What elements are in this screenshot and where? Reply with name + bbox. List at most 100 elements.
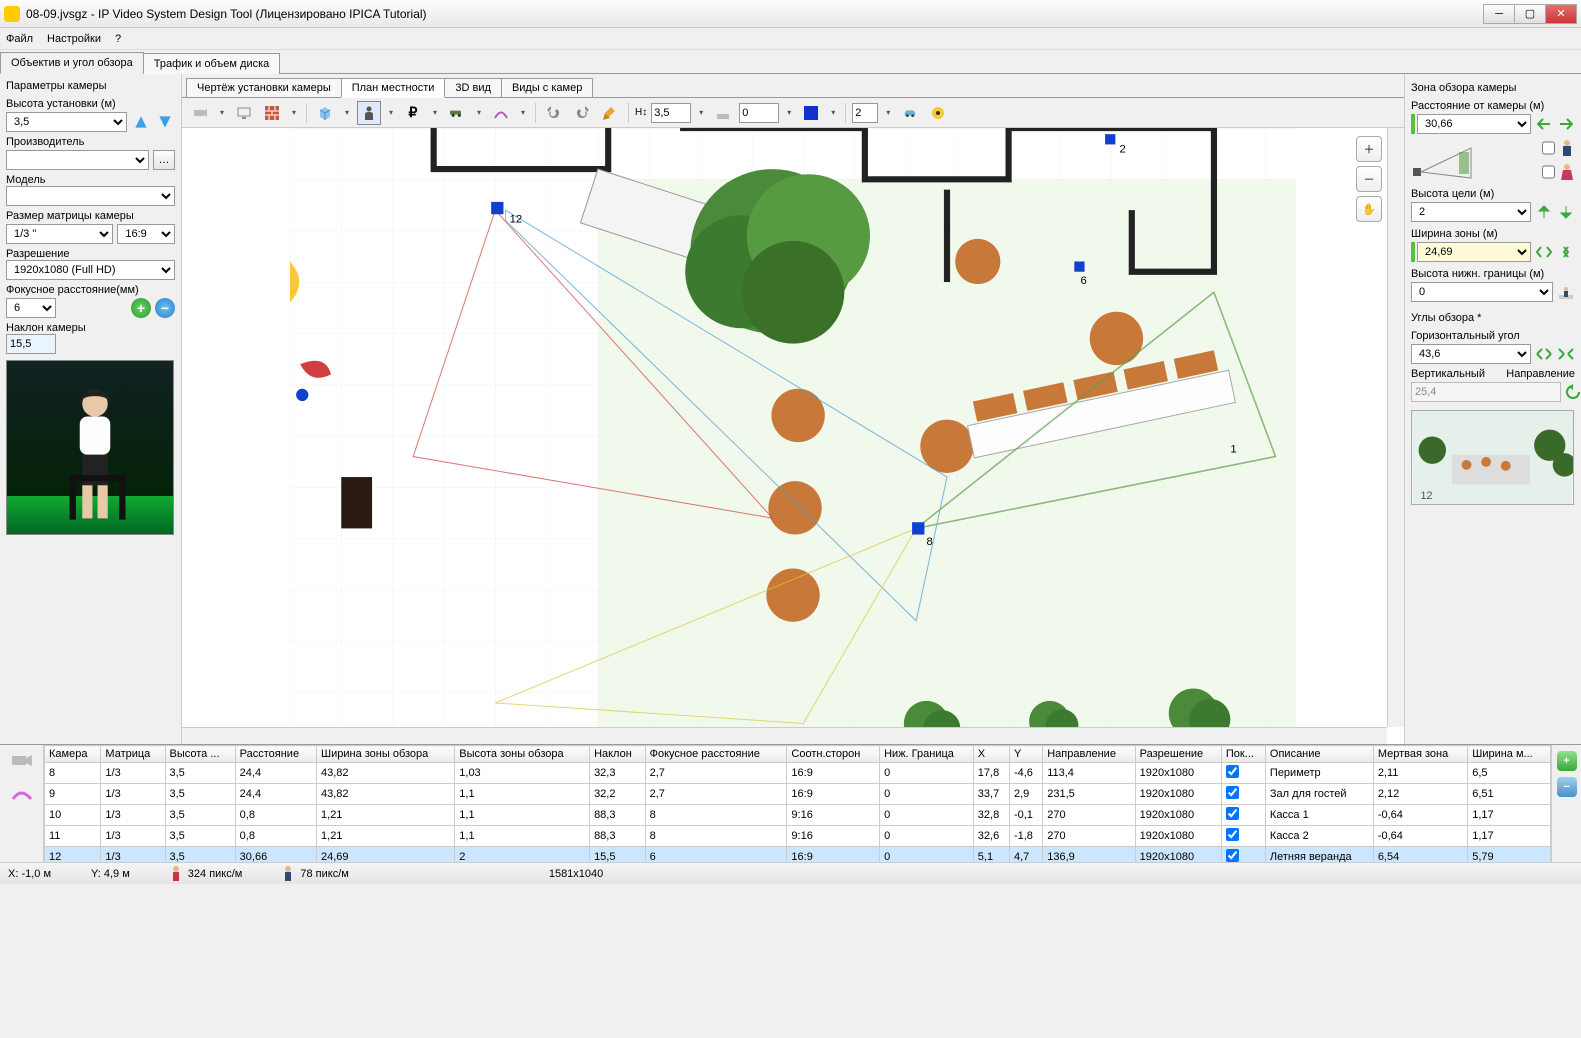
- zoom-in-button[interactable]: ＋: [1356, 136, 1382, 162]
- table-cell[interactable]: 0: [880, 763, 974, 784]
- table-header[interactable]: Фокусное расстояние: [645, 746, 787, 763]
- table-cell[interactable]: 32,3: [590, 763, 646, 784]
- camera-table[interactable]: КамераМатрицаВысота ...РасстояниеШирина …: [44, 745, 1551, 862]
- table-cell[interactable]: 12: [45, 847, 101, 863]
- table-cell[interactable]: 2: [455, 847, 590, 863]
- aspect-select[interactable]: 16:9: [117, 224, 175, 244]
- toolbar-height-dropdown[interactable]: ▾: [695, 101, 707, 125]
- table-cell[interactable]: -0,1: [1009, 805, 1042, 826]
- table-row[interactable]: 101/33,50,81,211,188,389:16032,8-0,12701…: [45, 805, 1551, 826]
- table-cell[interactable]: [1221, 763, 1265, 784]
- tool-floor-icon[interactable]: [711, 101, 735, 125]
- tool-monitor-icon[interactable]: [232, 101, 256, 125]
- th-up-icon[interactable]: [1535, 203, 1553, 221]
- target-man-checkbox[interactable]: [1542, 138, 1555, 158]
- lower-height-select[interactable]: 0: [1411, 282, 1553, 302]
- table-cell[interactable]: -0,64: [1373, 826, 1467, 847]
- resolution-select[interactable]: 1920x1080 (Full HD): [6, 260, 175, 280]
- tool-broom-icon[interactable]: [598, 101, 622, 125]
- table-cell[interactable]: 88,3: [590, 805, 646, 826]
- tool-box-icon[interactable]: [313, 101, 337, 125]
- table-cell[interactable]: 1920x1080: [1135, 805, 1221, 826]
- table-cell[interactable]: 1,1: [455, 826, 590, 847]
- table-cell[interactable]: 3,5: [165, 847, 235, 863]
- table-cell[interactable]: 1/3: [101, 826, 165, 847]
- tool-undo-icon[interactable]: [542, 101, 566, 125]
- tool-color-dropdown[interactable]: ▾: [827, 101, 839, 125]
- table-cell[interactable]: 1/3: [101, 763, 165, 784]
- tool-redo-icon[interactable]: [570, 101, 594, 125]
- table-cell[interactable]: Касса 2: [1265, 826, 1373, 847]
- table-cell[interactable]: 6,5: [1468, 763, 1551, 784]
- table-row[interactable]: 111/33,50,81,211,188,389:16032,6-1,82701…: [45, 826, 1551, 847]
- table-cell[interactable]: Периметр: [1265, 763, 1373, 784]
- tab-install-drawing[interactable]: Чертёж установки камеры: [186, 78, 342, 97]
- table-header[interactable]: Ширина м...: [1468, 746, 1551, 763]
- focal-select[interactable]: 6: [6, 298, 56, 318]
- table-header[interactable]: Высота ...: [165, 746, 235, 763]
- table-cell[interactable]: 1,1: [455, 805, 590, 826]
- install-height-select[interactable]: 3,5: [6, 112, 127, 132]
- table-cell[interactable]: 1920x1080: [1135, 826, 1221, 847]
- tab-camera-views[interactable]: Виды с камер: [501, 78, 593, 97]
- table-cell[interactable]: 6,51: [1468, 784, 1551, 805]
- pan-button[interactable]: ✋: [1356, 196, 1382, 222]
- toolbar-width-dropdown[interactable]: ▾: [783, 101, 795, 125]
- close-button[interactable]: ✕: [1545, 4, 1577, 24]
- tool-wall-icon[interactable]: [260, 101, 284, 125]
- tab-3d-view[interactable]: 3D вид: [444, 78, 502, 97]
- table-cell[interactable]: 16:9: [787, 784, 880, 805]
- table-cell[interactable]: 32,2: [590, 784, 646, 805]
- table-cell[interactable]: 113,4: [1043, 763, 1135, 784]
- table-cell[interactable]: 32,8: [973, 805, 1009, 826]
- sensor-select[interactable]: 1/3 ": [6, 224, 113, 244]
- table-cell[interactable]: 32,6: [973, 826, 1009, 847]
- table-header[interactable]: Разрешение: [1135, 746, 1221, 763]
- canvas-v-scrollbar[interactable]: [1387, 128, 1404, 727]
- table-cell[interactable]: 0: [880, 805, 974, 826]
- table-header[interactable]: Пок...: [1221, 746, 1265, 763]
- table-header[interactable]: Соотн.сторон: [787, 746, 880, 763]
- h-angle-select[interactable]: 43,6: [1411, 344, 1531, 364]
- tool-camera-dropdown[interactable]: ▾: [216, 101, 228, 125]
- table-header[interactable]: Описание: [1265, 746, 1373, 763]
- zoom-out-button[interactable]: －: [1356, 166, 1382, 192]
- table-header[interactable]: Камера: [45, 746, 101, 763]
- table-cell[interactable]: 0: [880, 847, 974, 863]
- height-down-icon[interactable]: [155, 112, 175, 132]
- table-cell[interactable]: 3,5: [165, 805, 235, 826]
- target-height-select[interactable]: 2: [1411, 202, 1531, 222]
- table-header[interactable]: Наклон: [590, 746, 646, 763]
- dist-right-icon[interactable]: [1557, 115, 1575, 133]
- side-camera-icon[interactable]: [11, 753, 33, 769]
- zone-width-select[interactable]: 24,69: [1417, 242, 1531, 262]
- table-header[interactable]: Расстояние: [235, 746, 316, 763]
- table-cell[interactable]: 11: [45, 826, 101, 847]
- table-cell[interactable]: 1,1: [455, 784, 590, 805]
- table-cell[interactable]: 2,12: [1373, 784, 1467, 805]
- add-row-button[interactable]: +: [1557, 751, 1577, 771]
- table-cell[interactable]: 5,1: [973, 847, 1009, 863]
- tool-vehicle-icon[interactable]: [445, 101, 469, 125]
- table-cell[interactable]: 88,3: [590, 826, 646, 847]
- table-cell[interactable]: 15,5: [590, 847, 646, 863]
- table-row[interactable]: 81/33,524,443,821,0332,32,716:9017,8-4,6…: [45, 763, 1551, 784]
- zw-wide-icon[interactable]: [1557, 243, 1575, 261]
- table-cell[interactable]: [1221, 847, 1265, 863]
- table-cell[interactable]: 24,4: [235, 784, 316, 805]
- table-cell[interactable]: 1/3: [101, 847, 165, 863]
- table-cell[interactable]: 6: [645, 847, 787, 863]
- tab-traffic[interactable]: Трафик и объем диска: [143, 53, 281, 74]
- row-visible-checkbox[interactable]: [1226, 849, 1239, 862]
- table-cell[interactable]: 1,03: [455, 763, 590, 784]
- distance-select[interactable]: 30,66: [1417, 114, 1531, 134]
- table-row[interactable]: 121/33,530,6624,69215,5616:905,14,7136,9…: [45, 847, 1551, 863]
- table-cell[interactable]: 270: [1043, 826, 1135, 847]
- tool-person-icon[interactable]: [357, 101, 381, 125]
- table-cell[interactable]: [1221, 805, 1265, 826]
- tool-car-icon[interactable]: [898, 101, 922, 125]
- table-header[interactable]: Ширина зоны обзора: [317, 746, 455, 763]
- menu-help[interactable]: ?: [115, 33, 121, 45]
- minimize-button[interactable]: ─: [1483, 4, 1515, 24]
- table-header[interactable]: X: [973, 746, 1009, 763]
